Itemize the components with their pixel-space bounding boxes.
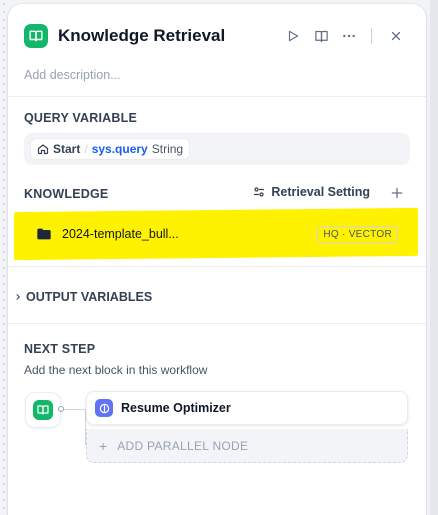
canvas-background [0,0,8,515]
query-variable-label: QUERY VARIABLE [24,111,137,125]
add-parallel-node-button[interactable]: + ADD PARALLEL NODE [86,429,408,463]
add-parallel-label: ADD PARALLEL NODE [117,438,249,453]
folder-icon [37,228,51,240]
index-mode-badge: HQ · VECTOR [317,225,398,243]
run-button[interactable] [279,22,307,50]
variable-name: sys.query [91,142,148,156]
variable-pill[interactable]: Start / sys.query String [30,138,191,160]
retrieval-setting-label: Retrieval Setting [271,185,370,199]
next-node-card[interactable]: Resume Optimizer [86,391,408,425]
plus-icon [391,187,403,199]
resume-optimizer-icon [95,399,113,417]
next-node-label: Resume Optimizer [121,401,231,415]
divider [8,266,426,267]
divider [8,323,426,324]
book-icon [314,30,328,42]
chevron-right-icon [16,294,20,300]
play-icon [288,30,299,42]
close-icon [391,31,401,41]
next-step-label: NEXT STEP [24,342,96,356]
more-horizontal-icon [343,34,355,38]
variable-type: String [151,142,184,156]
knowledge-item[interactable]: 2024-template_bull... HQ · VECTOR [24,216,410,252]
add-knowledge-button[interactable] [388,184,406,202]
more-button[interactable] [335,22,363,50]
book-open-icon [24,24,48,48]
help-doc-button[interactable] [307,22,335,50]
output-variables-label: OUTPUT VARIABLES [26,290,153,304]
sliders-icon [254,187,265,197]
header-divider [371,28,372,44]
output-variables-toggle[interactable]: OUTPUT VARIABLES [14,290,152,304]
canvas-edge [430,0,438,515]
knowledge-label: KNOWLEDGE [24,187,109,201]
variable-separator: / [84,142,88,156]
book-open-icon [33,400,53,420]
panel-header: Knowledge Retrieval [24,22,410,50]
description-input[interactable]: Add description... [24,68,121,82]
close-button[interactable] [382,22,410,50]
connector-handle[interactable] [58,406,64,412]
current-node-icon [25,392,61,428]
knowledge-name: 2024-template_bull... [62,227,179,241]
node-title[interactable]: Knowledge Retrieval [58,26,279,46]
plus-icon: + [99,437,108,454]
home-icon [37,144,49,155]
variable-source: Start [53,142,81,156]
divider [8,96,426,97]
node-config-panel: Knowledge Retrieval Add description... Q… [8,4,426,515]
next-step-subtitle: Add the next block in this workflow [24,363,208,377]
query-variable-selector[interactable]: Start / sys.query String [24,133,410,165]
connector-line [61,409,85,410]
retrieval-setting-button[interactable]: Retrieval Setting [253,185,370,199]
